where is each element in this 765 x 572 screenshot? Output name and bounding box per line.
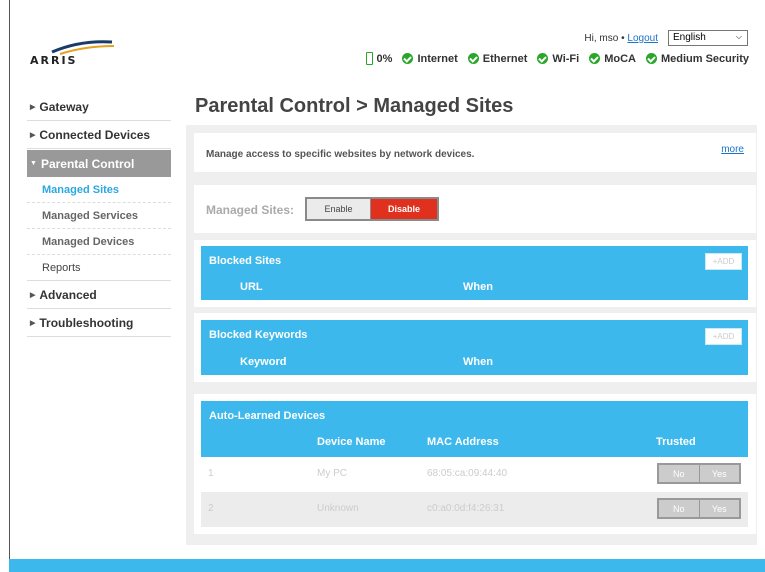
mac-address: c0:a0:0d:f4:26:31 — [427, 503, 505, 514]
col-device-name: Device Name — [317, 436, 386, 448]
status-label: Wi-Fi — [552, 52, 580, 65]
trusted-no-button[interactable]: No — [659, 500, 700, 517]
managed-sites-card: Managed Sites: Enable Disable — [194, 185, 756, 233]
trusted-toggle: No Yes — [657, 498, 741, 519]
status-wifi: Wi-Fi — [537, 53, 579, 65]
sidebar-subitem-managed-services[interactable]: Managed Services — [27, 203, 171, 229]
status-label: Internet — [417, 52, 458, 65]
battery-label: 0% — [376, 52, 393, 65]
col-trusted: Trusted — [656, 436, 696, 448]
logo-text: ARRIS — [30, 54, 78, 67]
auto-learned-section: Auto-Learned Devices Device Name MAC Add… — [201, 401, 748, 457]
blocked-sites-section: Blocked Sites +ADD URL When — [201, 246, 748, 300]
status-security: Medium Security — [645, 52, 749, 65]
disable-button[interactable]: Disable — [371, 199, 437, 219]
row-number: 2 — [208, 503, 214, 514]
check-icon — [402, 53, 414, 64]
status-label: Ethernet — [482, 52, 528, 65]
col-mac-address: MAC Address — [427, 436, 499, 448]
separator: • — [621, 33, 625, 44]
chevron-right-icon: ▶ — [30, 291, 36, 299]
chevron-right-icon: ▶ — [30, 103, 36, 111]
sidebar-subitem-managed-devices[interactable]: Managed Devices — [27, 229, 171, 255]
frame-border — [9, 0, 10, 572]
battery-status: 0% — [365, 52, 393, 65]
user-line: Hi, mso • Logout — [584, 33, 658, 44]
device-name: Unknown — [317, 503, 359, 514]
mac-address: 68:05:ca:09:44:40 — [427, 468, 508, 479]
page-title: Parental Control > Managed Sites — [195, 95, 514, 117]
add-site-button[interactable]: +ADD — [705, 253, 742, 270]
sidebar-item-label: Advanced — [39, 287, 97, 302]
arris-logo: ARRIS — [30, 38, 120, 67]
check-icon — [589, 53, 601, 64]
table-row: 1 My PC 68:05:ca:09:44:40 No Yes — [201, 457, 748, 492]
trusted-yes-button[interactable]: Yes — [699, 465, 739, 482]
sidebar-subitem-reports[interactable]: Reports — [27, 255, 171, 281]
description-card: Manage access to specific websites by ne… — [194, 133, 756, 172]
trusted-no-button[interactable]: No — [659, 465, 700, 482]
blocked-sites-title: Blocked Sites — [209, 255, 282, 267]
check-icon — [537, 53, 549, 64]
add-keyword-button[interactable]: +ADD — [705, 328, 742, 345]
enable-button[interactable]: Enable — [307, 199, 371, 219]
status-label: Medium Security — [660, 52, 749, 65]
description-text: Manage access to specific websites by ne… — [206, 149, 475, 160]
sidebar: ▶ Gateway ▶ Connected Devices ▼ Parental… — [27, 93, 171, 337]
footer-bar — [9, 559, 765, 572]
sidebar-subitem-managed-sites[interactable]: Managed Sites — [27, 177, 171, 203]
row-number: 1 — [208, 468, 214, 479]
greeting: Hi, mso — [584, 33, 619, 44]
check-icon — [467, 53, 479, 64]
sidebar-item-connected-devices[interactable]: ▶ Connected Devices — [27, 121, 171, 149]
col-keyword: Keyword — [240, 356, 287, 368]
logout-link[interactable]: Logout — [627, 33, 658, 44]
sidebar-item-label: Gateway — [39, 99, 89, 114]
auto-learned-title: Auto-Learned Devices — [209, 410, 326, 422]
managed-sites-label: Managed Sites: — [206, 203, 295, 217]
table-row: 2 Unknown c0:a0:0d:f4:26:31 No Yes — [201, 492, 748, 527]
col-url: URL — [240, 281, 263, 293]
sidebar-item-label: Connected Devices — [39, 127, 151, 142]
sidebar-item-advanced[interactable]: ▶ Advanced — [27, 281, 171, 309]
status-label: MoCA — [604, 52, 636, 65]
device-name: My PC — [317, 468, 347, 479]
col-when: When — [463, 281, 493, 293]
blocked-keywords-title: Blocked Keywords — [209, 329, 308, 341]
battery-icon — [365, 52, 373, 65]
language-select[interactable]: English ⌵ — [668, 30, 748, 46]
status-ethernet: Ethernet — [467, 52, 528, 65]
sidebar-item-troubleshooting[interactable]: ▶ Troubleshooting — [27, 309, 171, 337]
managed-sites-toggle: Enable Disable — [305, 197, 439, 221]
sidebar-item-label: Parental Control — [40, 156, 135, 171]
chevron-right-icon: ▶ — [30, 131, 36, 139]
check-icon — [645, 53, 657, 64]
status-bar: 0% Internet Ethernet Wi-Fi MoCA Medium S… — [365, 52, 749, 65]
trusted-toggle: No Yes — [657, 463, 741, 484]
more-link[interactable]: more — [721, 144, 744, 155]
chevron-right-icon: ▶ — [30, 319, 36, 327]
sidebar-item-label: Troubleshooting — [39, 315, 134, 330]
sidebar-item-parental-control[interactable]: ▼ Parental Control — [27, 150, 171, 177]
col-when: When — [463, 356, 493, 368]
chevron-down-icon: ▼ — [30, 160, 37, 167]
blocked-keywords-section: Blocked Keywords +ADD Keyword When — [201, 320, 748, 375]
chevron-down-icon: ⌵ — [735, 32, 742, 41]
sidebar-item-gateway[interactable]: ▶ Gateway — [27, 93, 171, 121]
status-moca: MoCA — [589, 53, 636, 65]
status-internet: Internet — [402, 52, 458, 65]
language-value: English — [673, 32, 706, 43]
trusted-yes-button[interactable]: Yes — [699, 500, 739, 517]
